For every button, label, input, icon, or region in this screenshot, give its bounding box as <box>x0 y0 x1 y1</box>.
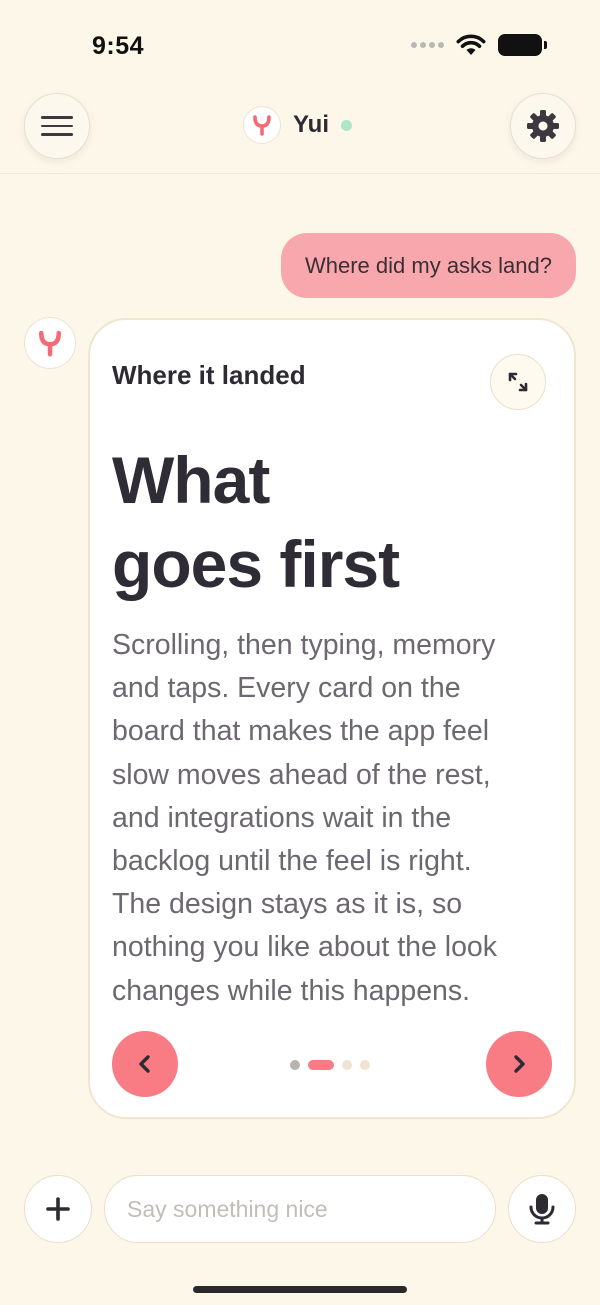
status-icons <box>411 34 547 56</box>
chevron-left-icon <box>139 1055 150 1073</box>
assistant-name: Yui <box>293 111 330 138</box>
add-attachment-button[interactable] <box>24 1175 92 1243</box>
card-body-line: The design stays as it is, so <box>112 888 463 921</box>
card-kicker: Where it landed <box>112 360 306 390</box>
card-body: Scrolling, then typing, memory and taps.… <box>112 624 558 1013</box>
wifi-icon <box>456 34 486 55</box>
microphone-icon <box>529 1194 555 1225</box>
card-body-line: and integrations wait in the <box>112 801 452 834</box>
expand-button[interactable] <box>490 354 546 410</box>
expand-icon <box>508 372 528 392</box>
next-page-button[interactable] <box>486 1031 552 1097</box>
page-indicator <box>290 1060 370 1070</box>
card-title-line: What <box>112 443 270 517</box>
page-dot[interactable] <box>360 1060 370 1070</box>
card-body-line: Scrolling, then typing, memory <box>112 629 496 661</box>
card-title: What goes first <box>112 438 552 606</box>
card-body-line: changes while this happens. <box>112 974 471 1007</box>
card-body-line: and taps. Every card on the <box>112 672 461 705</box>
chat-header: Yui <box>0 90 600 174</box>
battery-icon <box>498 34 547 56</box>
signal-icon <box>411 42 444 48</box>
assistant-answer-card: Where it landed What goes first Scrollin… <box>88 318 576 1119</box>
home-indicator <box>193 1286 407 1293</box>
message-input[interactable] <box>104 1175 496 1243</box>
assistant-identity: Yui <box>243 106 353 144</box>
yui-logo-icon <box>39 330 61 357</box>
menu-button[interactable] <box>24 93 90 159</box>
chevron-right-icon <box>514 1055 525 1073</box>
gear-icon <box>527 110 559 142</box>
card-title-line: goes first <box>112 527 400 601</box>
assistant-avatar <box>24 317 76 369</box>
assistant-logo <box>243 106 281 144</box>
card-body-line: nothing you like about the look <box>112 931 498 964</box>
hamburger-menu-icon <box>41 116 73 136</box>
status-bar: 9:54 <box>0 0 600 90</box>
card-body-line: backlog until the feel is right. <box>112 845 472 878</box>
settings-button[interactable] <box>510 93 576 159</box>
previous-page-button[interactable] <box>112 1031 178 1097</box>
online-status-dot <box>341 119 353 131</box>
microphone-button[interactable] <box>508 1175 576 1243</box>
yui-logo-icon <box>253 115 271 136</box>
status-time: 9:54 <box>92 32 145 60</box>
card-body-line: slow moves ahead of the rest, <box>112 758 491 791</box>
page-dot[interactable] <box>290 1060 300 1070</box>
page-dot[interactable] <box>342 1060 352 1070</box>
card-body-line: board that makes the app feel <box>112 715 490 748</box>
page-dot-active[interactable] <box>308 1060 334 1070</box>
plus-icon <box>46 1197 70 1221</box>
user-message-bubble: Where did my asks land? <box>281 233 576 298</box>
